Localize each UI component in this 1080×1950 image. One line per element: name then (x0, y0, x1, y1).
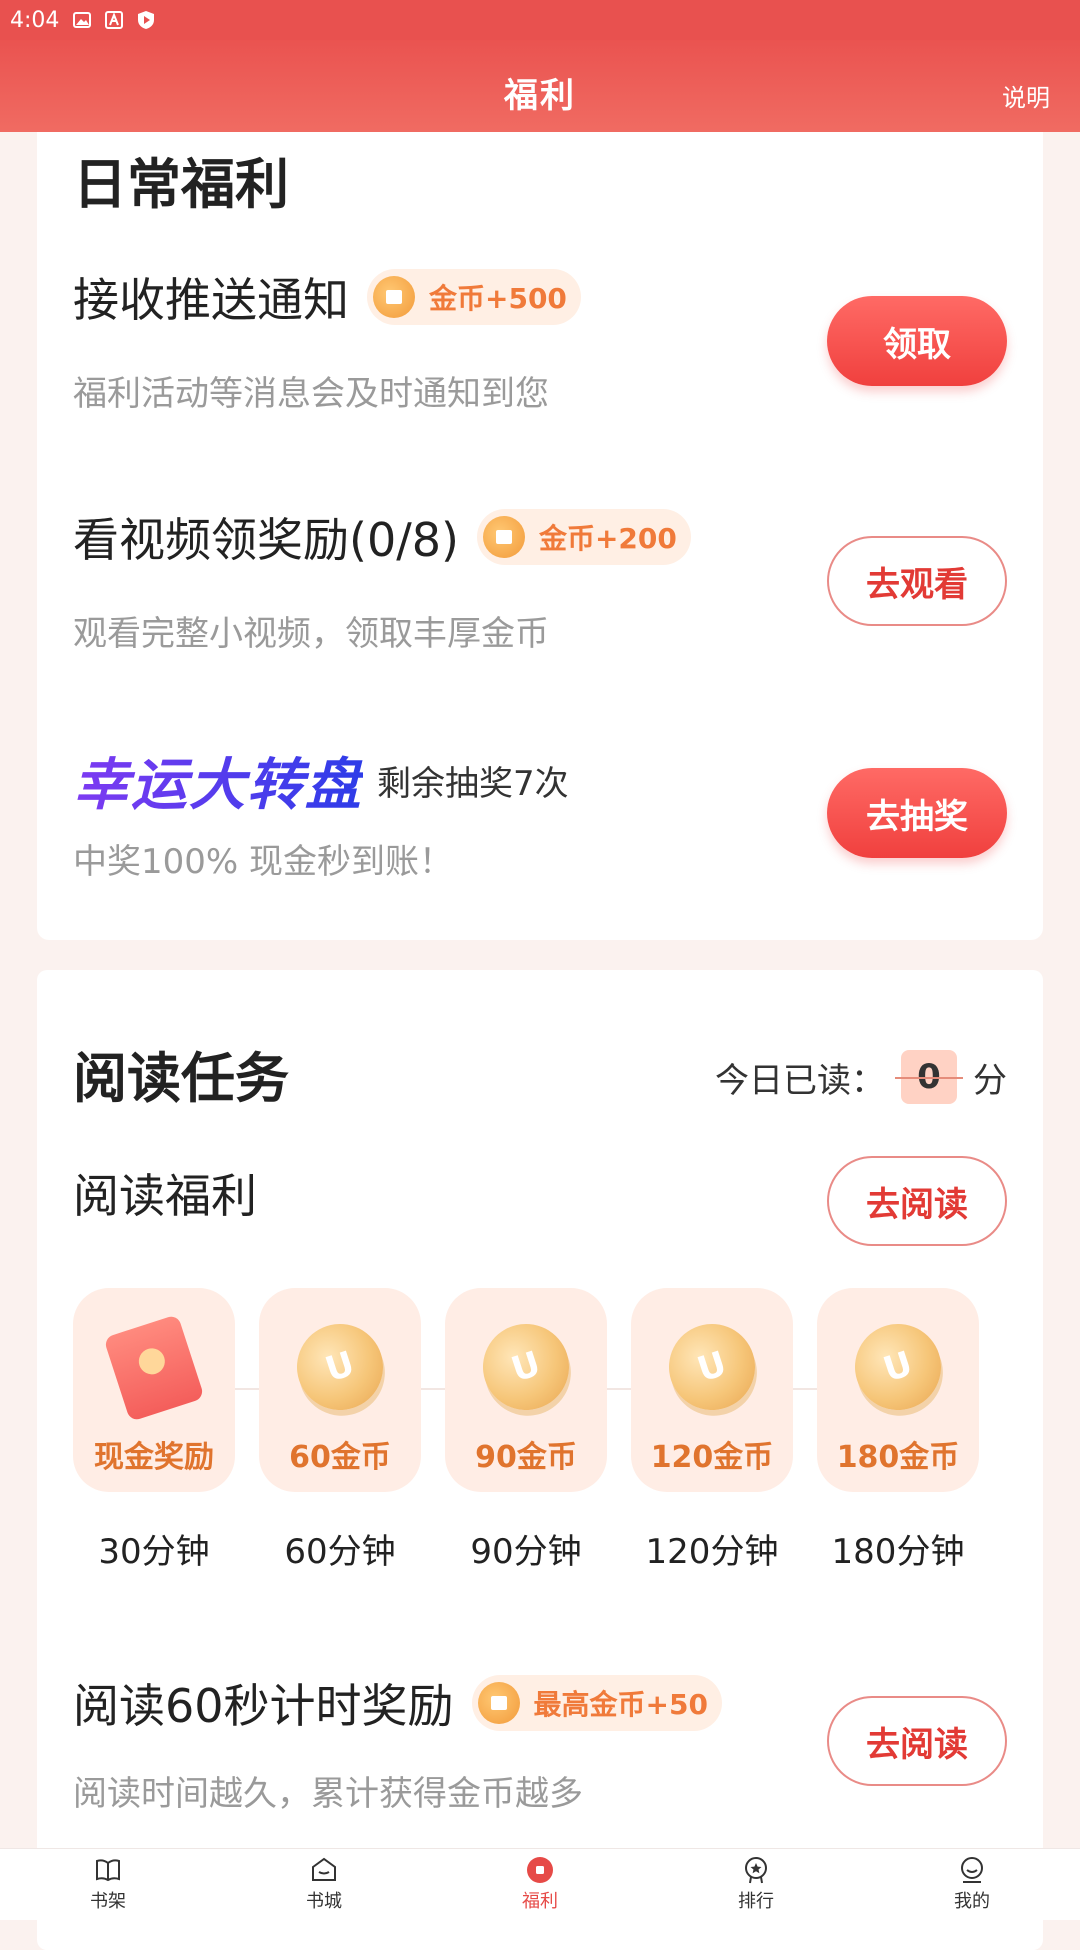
shield-play-icon (137, 11, 155, 29)
task-title-push: 接收推送通知 金币+500 (73, 264, 581, 330)
timer-read-button[interactable]: 去阅读 (827, 1696, 1007, 1786)
reward-item: U 180金币 (817, 1288, 979, 1492)
nav-profile[interactable]: 我的 (912, 1855, 1032, 1913)
reward-label: 现金奖励 (94, 1440, 214, 1475)
reading-task-card: 阅读任务 今日已读： 0 分 阅读福利 去阅读 现金奖励 30分钟 U 60金币… (37, 970, 1043, 1950)
coin-book-icon (482, 516, 525, 558)
red-packet-icon (103, 1314, 205, 1422)
reward-label: 180金币 (836, 1440, 960, 1475)
task-desc-video: 观看完整小视频，领取丰厚金币 (73, 614, 549, 654)
reward-time: 90分钟 (470, 1532, 582, 1572)
lottery-button[interactable]: 去抽奖 (827, 768, 1007, 858)
reward-item: U 90金币 (445, 1288, 607, 1492)
reading-welfare-title: 阅读福利 (73, 1169, 257, 1223)
task-desc-push: 福利活动等消息会及时通知到您 (73, 374, 549, 414)
timer-task-desc: 阅读时间越久，累计获得金币越多 (73, 1774, 583, 1814)
status-bar: 4:04 (0, 0, 1080, 40)
reward-time: 30分钟 (98, 1532, 210, 1572)
coin-icon: U (285, 1312, 395, 1422)
coin-badge-text: 金币+200 (538, 522, 677, 555)
status-time: 4:04 (10, 7, 60, 33)
today-read-label: 今日已读： (715, 1060, 885, 1101)
book-icon (96, 1859, 120, 1882)
lucky-wheel-logo: 幸运大转盘 (73, 740, 363, 821)
timer-task-title-text: 阅读60秒计时奖励 (73, 1679, 454, 1733)
task-title-video: 看视频领奖励(0/8) 金币+200 (73, 504, 691, 570)
lucky-desc: 中奖100% 现金秒到账！ (73, 842, 454, 882)
welfare-icon (527, 1857, 553, 1883)
task-title-video-text: 看视频领奖励(0/8) (73, 513, 459, 567)
timer-task-title: 阅读60秒计时奖励 最高金币+50 (73, 1670, 722, 1736)
coin-icon: U (657, 1312, 767, 1422)
nav-label: 我的 (954, 1891, 990, 1912)
nav-welfare[interactable]: 福利 (480, 1855, 600, 1913)
reward-label: 90金币 (475, 1440, 577, 1475)
coin-badge-text: 金币+500 (429, 282, 567, 315)
coin-book-icon (477, 1682, 520, 1724)
reward-time: 180分钟 (831, 1532, 965, 1572)
lucky-wheel-title: 幸运大转盘 剩余抽奖7次 (73, 740, 569, 821)
watch-button[interactable]: 去观看 (827, 536, 1007, 626)
coin-badge: 最高金币+50 (471, 1675, 722, 1731)
image-icon (73, 11, 92, 29)
app-bar: 福利 说明 (0, 40, 1080, 132)
coin-badge-text: 最高金币+50 (533, 1688, 708, 1721)
bottom-nav: 书架 书城 福利 排行 我的 (0, 1848, 1080, 1920)
claim-button[interactable]: 领取 (827, 296, 1007, 386)
nav-bookshelf[interactable]: 书架 (48, 1855, 168, 1913)
page-title: 福利 (504, 76, 576, 116)
reward-item: 现金奖励 (73, 1288, 235, 1492)
reward-time: 120分钟 (645, 1532, 779, 1572)
nav-label: 书架 (90, 1891, 126, 1912)
today-read-value: 0 (895, 1050, 963, 1104)
nav-rank[interactable]: 排行 (696, 1855, 816, 1913)
reward-item: U 120金币 (631, 1288, 793, 1492)
nav-store[interactable]: 书城 (264, 1855, 384, 1913)
reading-rewards: 现金奖励 30分钟 U 60金币 60分钟 U 90金币 90分钟 U 120金… (73, 1288, 1013, 1588)
rank-icon (745, 1857, 767, 1884)
reward-label: 60金币 (289, 1440, 391, 1475)
store-icon (312, 1857, 336, 1881)
today-read-unit: 分 (973, 1060, 1007, 1101)
coin-icon: U (471, 1312, 581, 1422)
help-link[interactable]: 说明 (1002, 78, 1050, 113)
go-read-button[interactable]: 去阅读 (827, 1156, 1007, 1246)
coin-icon: U (843, 1312, 953, 1422)
reward-label: 120金币 (650, 1440, 774, 1475)
section-title-reading: 阅读任务 (73, 1047, 289, 1110)
nav-label: 排行 (738, 1891, 774, 1912)
nav-label: 福利 (522, 1891, 558, 1912)
lucky-remain-count: 剩余抽奖7次 (377, 764, 569, 804)
task-title-push-text: 接收推送通知 (73, 273, 349, 327)
a-letter-icon (105, 11, 124, 29)
daily-welfare-card: 日常福利 接收推送通知 金币+500 福利活动等消息会及时通知到您 领取 看视频… (37, 110, 1043, 940)
reward-item: U 60金币 (259, 1288, 421, 1492)
coin-badge: 金币+200 (476, 509, 691, 565)
coin-book-icon (373, 276, 415, 318)
coin-badge: 金币+500 (367, 269, 581, 325)
today-read: 今日已读： 0 分 (715, 1050, 1007, 1104)
nav-label: 书城 (306, 1891, 342, 1912)
section-title-daily: 日常福利 (73, 153, 289, 216)
reward-time: 60分钟 (284, 1532, 396, 1572)
profile-icon (961, 1857, 983, 1883)
